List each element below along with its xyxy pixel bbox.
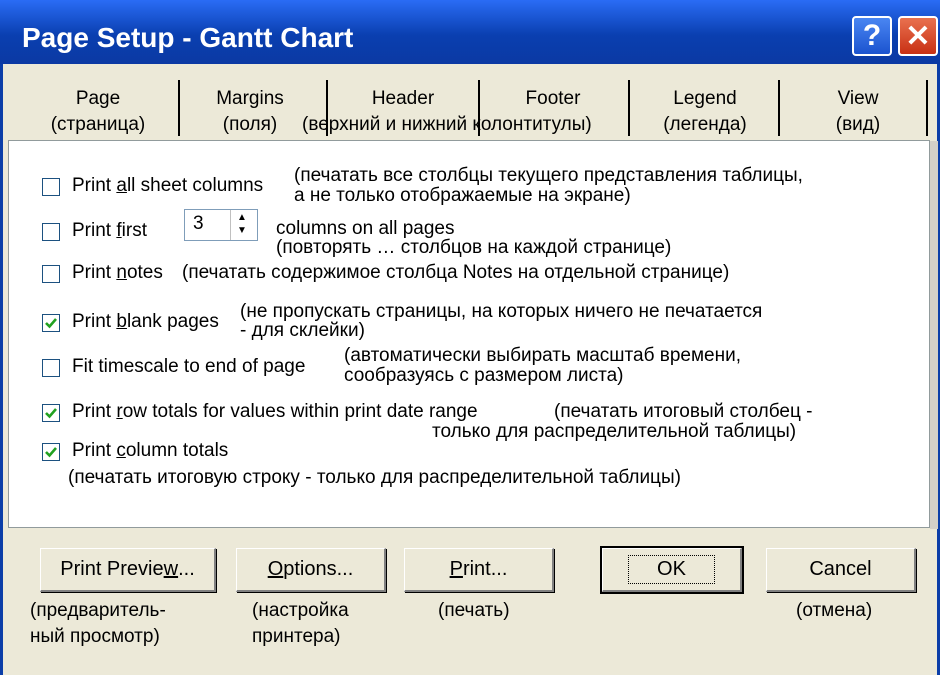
ok-label: OK <box>628 555 715 584</box>
tab-label: Page <box>75 88 121 109</box>
stepper-up-icon[interactable]: ▲ <box>237 213 247 223</box>
fit-timescale-note-2: сообразуясь с размером листа) <box>344 365 624 386</box>
print-notes-label[interactable]: Print notes <box>72 262 163 284</box>
print-row-totals-label[interactable]: Print row totals for values within print… <box>72 401 478 423</box>
print-caption: (печать) <box>438 600 510 621</box>
tab-header[interactable]: Header <box>353 86 453 112</box>
options-button[interactable]: Options... <box>236 548 386 592</box>
print-row-totals-note: (печатать итоговый столбец - <box>554 401 813 422</box>
print-row-totals-note-2: только для распределительной таблицы) <box>432 421 797 442</box>
tab-header-caption: (верхний и нижний колонтитулы) <box>302 114 592 135</box>
print-blank-pages-label[interactable]: Print blank pages <box>72 311 219 333</box>
tab-view[interactable]: View (вид) <box>808 86 908 138</box>
print-preview-button[interactable]: Print Previe w... <box>40 548 216 592</box>
ok-button[interactable]: OK <box>600 546 744 594</box>
stepper-buttons[interactable]: ▲ ▼ <box>230 210 257 240</box>
tab-separator <box>926 80 928 136</box>
cancel-button[interactable]: Cancel <box>766 548 916 592</box>
print-button[interactable]: Print... <box>404 548 554 592</box>
tab-separator <box>178 80 180 136</box>
tab-separator <box>478 80 480 136</box>
tab-margins[interactable]: Margins (поля) <box>200 86 300 138</box>
print-column-totals-note: (печатать итоговую строку - только для р… <box>68 467 681 488</box>
tab-label: Header <box>371 88 435 109</box>
checkmark-icon <box>45 408 57 419</box>
print-blank-pages-checkbox[interactable] <box>42 314 60 332</box>
stepper-value[interactable]: 3 <box>193 213 204 235</box>
print-row-totals-checkbox[interactable] <box>42 404 60 422</box>
tab-footer[interactable]: Footer <box>503 86 603 112</box>
fit-timescale-checkbox[interactable] <box>42 359 60 377</box>
tab-page[interactable]: Page (страница) <box>48 86 148 138</box>
options-caption: (настройка принтера) <box>252 600 349 647</box>
tab-label: View <box>837 88 879 109</box>
checkmark-icon <box>45 318 57 329</box>
tab-separator <box>628 80 630 136</box>
fit-timescale-label[interactable]: Fit timescale to end of page <box>72 356 305 378</box>
tab-label: Margins <box>216 88 284 109</box>
close-icon[interactable]: ✕ <box>898 16 938 56</box>
title-bar: Page Setup - Gantt Chart ? ✕ <box>0 0 940 64</box>
tab-legend[interactable]: Legend (легенда) <box>655 86 755 138</box>
tab-separator <box>778 80 780 136</box>
print-first-stepper[interactable]: 3 ▲ ▼ <box>184 209 258 241</box>
tab-caption: (легенда) <box>663 114 747 135</box>
print-all-columns-note-2: а не только отображаемые на экране) <box>294 185 631 206</box>
fit-timescale-note: (автоматически выбирать масштаб времени, <box>344 345 741 366</box>
print-blank-pages-note-2: - для склейки) <box>240 320 365 341</box>
tab-label: Footer <box>525 88 581 109</box>
tab-label: Legend <box>673 88 737 109</box>
print-notes-checkbox[interactable] <box>42 265 60 283</box>
stepper-down-icon[interactable]: ▼ <box>237 226 247 236</box>
print-first-checkbox[interactable] <box>42 223 60 241</box>
print-column-totals-checkbox[interactable] <box>42 443 60 461</box>
print-preview-caption: (предваритель- ный просмотр) <box>30 600 166 647</box>
help-icon[interactable]: ? <box>852 16 892 56</box>
print-first-label[interactable]: Print first <box>72 220 147 242</box>
print-first-note: (повторять … столбцов на каждой странице… <box>276 237 672 258</box>
print-blank-pages-note: (не пропускать страницы, на которых ниче… <box>240 301 763 322</box>
print-all-columns-label[interactable]: Print all sheet columns <box>72 175 263 197</box>
panel-shadow <box>930 141 938 529</box>
print-all-columns-checkbox[interactable] <box>42 178 60 196</box>
tab-caption: (вид) <box>835 114 881 135</box>
print-column-totals-label[interactable]: Print column totals <box>72 440 228 462</box>
cancel-caption: (отмена) <box>796 600 873 621</box>
checkmark-icon <box>45 447 57 458</box>
print-notes-note: (печатать содержимое столбца Notes на от… <box>182 262 730 283</box>
tab-caption: (страница) <box>50 114 146 135</box>
window-title: Page Setup - Gantt Chart <box>22 22 354 53</box>
tab-caption: (поля) <box>222 114 278 135</box>
print-all-columns-note: (печатать все столбцы текущего представл… <box>294 165 803 186</box>
